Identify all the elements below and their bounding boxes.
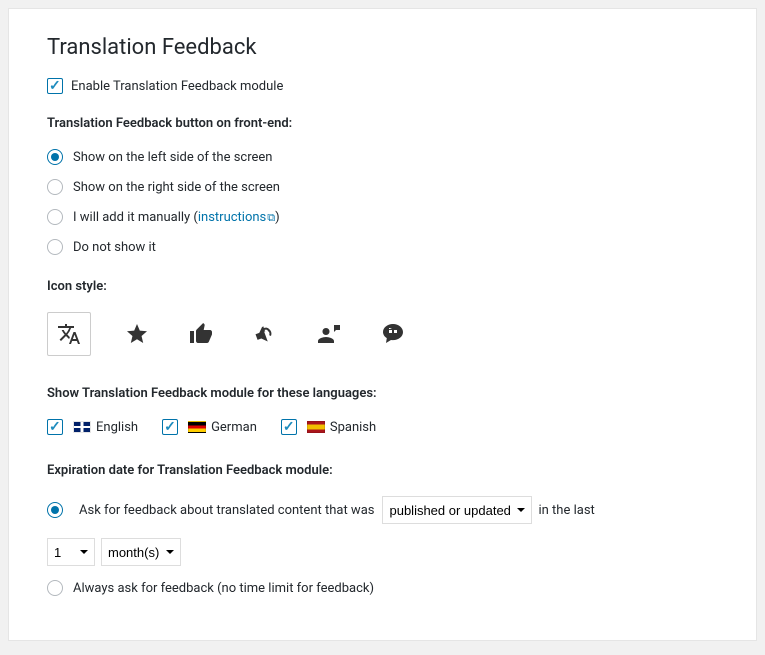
button-position-heading: Translation Feedback button on front-end… — [47, 116, 718, 131]
languages-heading: Show Translation Feedback module for the… — [47, 386, 718, 401]
star-icon — [125, 322, 149, 346]
expiration-option-timed: Ask for feedback about translated conten… — [47, 496, 718, 524]
expiration-mid-text: in the last — [538, 503, 594, 518]
expiration-heading: Expiration date for Translation Feedback… — [47, 463, 718, 478]
external-link-icon: ⧉ — [267, 211, 275, 225]
expiration-radio-timed[interactable] — [47, 502, 63, 518]
enable-module-label: Enable Translation Feedback module — [71, 79, 283, 94]
position-radio-left[interactable] — [47, 149, 63, 165]
icon-style-heading: Icon style: — [47, 279, 718, 294]
position-option-manual: I will add it manually (instructions⧉) — [47, 209, 718, 225]
manual-suffix: ) — [275, 210, 280, 225]
icon-option-megaphone[interactable] — [247, 316, 283, 352]
icon-option-thumb[interactable] — [183, 316, 219, 352]
enable-module-checkbox[interactable] — [47, 78, 63, 94]
expiration-trigger-select[interactable]: published or updated — [382, 496, 532, 524]
expiration-always-label: Always ask for feedback (no time limit f… — [73, 581, 374, 596]
position-radio-manual[interactable] — [47, 209, 63, 225]
position-option-right: Show on the right side of the screen — [47, 179, 718, 195]
position-label-manual: I will add it manually (instructions⧉) — [73, 210, 280, 225]
instructions-link-text: instructions — [198, 210, 266, 225]
position-label-right: Show on the right side of the screen — [73, 180, 280, 195]
lang-checkbox-es[interactable] — [281, 419, 297, 435]
expiration-timed-prefix: Ask for feedback about translated conten… — [79, 503, 374, 518]
position-option-none: Do not show it — [47, 239, 718, 255]
lang-item-de: German — [162, 419, 257, 435]
icon-option-speech[interactable] — [375, 316, 411, 352]
manual-prefix: I will add it manually ( — [73, 210, 198, 225]
person-comment-icon — [317, 322, 341, 346]
expiration-radio-always[interactable] — [47, 580, 63, 596]
languages-group: English German Spanish — [47, 419, 718, 435]
position-option-left: Show on the left side of the screen — [47, 149, 718, 165]
expiration-option-always: Always ask for feedback (no time limit f… — [47, 580, 718, 596]
translate-icon — [57, 322, 81, 346]
icon-option-translate[interactable] — [47, 312, 91, 356]
flag-uk-icon — [73, 421, 91, 433]
enable-module-row: Enable Translation Feedback module — [47, 78, 718, 94]
lang-label-es: Spanish — [330, 420, 376, 435]
icon-option-star[interactable] — [119, 316, 155, 352]
flag-es-icon — [307, 421, 325, 433]
megaphone-icon — [253, 322, 277, 346]
speech-bubble-icon — [381, 322, 405, 346]
lang-checkbox-de[interactable] — [162, 419, 178, 435]
position-label-none: Do not show it — [73, 240, 156, 255]
expiration-unit-select[interactable]: month(s) — [101, 538, 181, 566]
lang-label-de: German — [211, 420, 257, 435]
thumb-up-icon — [189, 322, 213, 346]
expiration-amount-select[interactable]: 1 — [47, 538, 95, 566]
lang-checkbox-en[interactable] — [47, 419, 63, 435]
translation-feedback-panel: Translation Feedback Enable Translation … — [8, 8, 757, 641]
page-title: Translation Feedback — [47, 35, 718, 60]
icon-style-group — [47, 312, 718, 356]
lang-label-en: English — [96, 420, 138, 435]
position-label-left: Show on the left side of the screen — [73, 150, 272, 165]
lang-item-en: English — [47, 419, 138, 435]
position-radio-right[interactable] — [47, 179, 63, 195]
instructions-link[interactable]: instructions⧉ — [198, 210, 275, 225]
icon-option-person[interactable] — [311, 316, 347, 352]
expiration-time-selects: 1 month(s) — [47, 538, 718, 566]
position-radio-none[interactable] — [47, 239, 63, 255]
lang-item-es: Spanish — [281, 419, 376, 435]
button-position-group: Show on the left side of the screen Show… — [47, 149, 718, 255]
flag-de-icon — [188, 421, 206, 433]
